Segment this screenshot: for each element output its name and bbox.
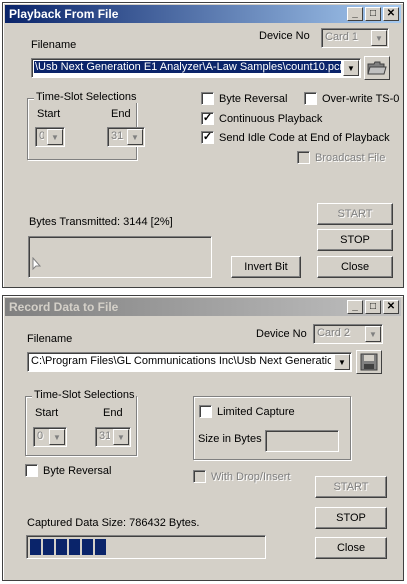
open-file-button[interactable] bbox=[364, 56, 390, 80]
end-slot-select[interactable]: 31 ▼ bbox=[107, 127, 145, 147]
progress-segment bbox=[82, 539, 93, 555]
checkbox-box[interactable] bbox=[304, 92, 317, 105]
checkbox-box[interactable] bbox=[25, 464, 38, 477]
size-in-bytes-label: Size in Bytes bbox=[198, 433, 262, 445]
maximize-button[interactable]: □ bbox=[365, 300, 381, 314]
checkbox-box[interactable] bbox=[297, 151, 310, 164]
bytes-transmitted-text: Bytes Transmitted: 3144 [2%] bbox=[29, 216, 173, 228]
send-idle-label: Send Idle Code at End of Playback bbox=[219, 131, 390, 144]
invert-bit-button[interactable]: Invert Bit bbox=[231, 256, 301, 278]
device-no-select[interactable]: Card 1 ▼ bbox=[321, 28, 389, 48]
record-timeslot-group: Time-Slot Selections bbox=[25, 389, 137, 456]
with-drop-insert-checkbox[interactable]: With Drop/Insert bbox=[193, 470, 290, 483]
device-no-label: Device No bbox=[259, 30, 310, 42]
close-window-button[interactable]: ✕ bbox=[383, 7, 399, 21]
save-file-button[interactable] bbox=[356, 350, 382, 374]
progress-segment bbox=[30, 539, 41, 555]
overwrite-ts0-label: Over-write TS-0 bbox=[322, 92, 400, 105]
close-button[interactable]: Close bbox=[317, 256, 393, 278]
chevron-down-icon[interactable]: ▼ bbox=[371, 30, 387, 46]
stop-button[interactable]: STOP bbox=[315, 507, 387, 529]
limited-capture-label: Limited Capture bbox=[217, 405, 295, 418]
end-slot-value: 31 bbox=[99, 430, 110, 442]
end-label: End bbox=[111, 108, 131, 120]
limited-capture-checkbox[interactable]: Limited Capture bbox=[199, 405, 295, 418]
timeslot-group-title: Time-Slot Selections bbox=[34, 91, 139, 103]
chevron-down-icon[interactable]: ▼ bbox=[334, 354, 350, 370]
start-slot-value: 0 bbox=[39, 130, 44, 142]
start-label: Start bbox=[35, 407, 59, 419]
progress-segment bbox=[69, 539, 80, 555]
chevron-down-icon[interactable]: ▼ bbox=[365, 326, 381, 342]
broadcast-file-label: Broadcast File bbox=[315, 151, 386, 164]
timeslot-group-title: Time-Slot Selections bbox=[32, 389, 137, 401]
record-window: Record Data to File _ □ ✕ Filename Devic… bbox=[2, 295, 404, 581]
byte-reversal-label: Byte Reversal bbox=[219, 92, 288, 105]
open-folder-icon bbox=[367, 61, 387, 75]
end-label: End bbox=[103, 407, 123, 419]
filename-value[interactable]: C:\Program Files\GL Communications Inc\U… bbox=[31, 355, 331, 367]
chevron-down-icon[interactable]: ▼ bbox=[343, 60, 359, 76]
playback-progress-bar bbox=[28, 236, 212, 278]
captured-size-text: Captured Data Size: 786432 Bytes. bbox=[27, 517, 200, 529]
chevron-down-icon[interactable]: ▼ bbox=[113, 429, 129, 445]
continuous-playback-checkbox[interactable]: ✓ Continuous Playback bbox=[201, 112, 322, 125]
start-button[interactable]: START bbox=[317, 203, 393, 225]
filename-combo[interactable]: C:\Program Files\GL Communications Inc\U… bbox=[27, 352, 352, 372]
size-in-bytes-input[interactable] bbox=[265, 430, 339, 452]
cursor-icon bbox=[32, 257, 42, 271]
end-slot-select[interactable]: 31 ▼ bbox=[95, 427, 131, 447]
record-progress-bar bbox=[26, 535, 266, 559]
checkmark-icon[interactable]: ✓ bbox=[201, 112, 214, 125]
byte-reversal-label: Byte Reversal bbox=[43, 464, 112, 477]
close-window-button[interactable]: ✕ bbox=[383, 300, 399, 314]
send-idle-checkbox[interactable]: ✓ Send Idle Code at End of Playback bbox=[201, 131, 390, 144]
chevron-down-icon[interactable]: ▼ bbox=[47, 129, 63, 145]
checkbox-box[interactable] bbox=[199, 405, 212, 418]
progress-segment bbox=[95, 539, 106, 555]
record-titlebar[interactable]: Record Data to File _ □ ✕ bbox=[5, 298, 401, 316]
filename-combo[interactable]: \Usb Next Generation E1 Analyzer\A-Law S… bbox=[31, 58, 361, 78]
overwrite-ts0-checkbox[interactable]: Over-write TS-0 bbox=[304, 92, 399, 105]
minimize-button[interactable]: _ bbox=[347, 300, 363, 314]
continuous-playback-label: Continuous Playback bbox=[219, 112, 323, 125]
checkbox-box[interactable] bbox=[193, 470, 206, 483]
progress-segment bbox=[43, 539, 54, 555]
progress-segment bbox=[56, 539, 67, 555]
playback-title: Playback From File bbox=[9, 7, 119, 21]
checkbox-box[interactable] bbox=[201, 92, 214, 105]
start-slot-select[interactable]: 0 ▼ bbox=[35, 127, 65, 147]
save-disk-icon bbox=[360, 353, 378, 371]
close-button[interactable]: Close bbox=[315, 537, 387, 559]
byte-reversal-checkbox[interactable]: Byte Reversal bbox=[201, 92, 287, 105]
device-no-value: Card 2 bbox=[317, 327, 351, 339]
filename-label: Filename bbox=[27, 333, 73, 345]
with-drop-insert-label: With Drop/Insert bbox=[211, 470, 291, 483]
playback-titlebar[interactable]: Playback From File _ □ ✕ bbox=[5, 5, 401, 23]
chevron-down-icon[interactable]: ▼ bbox=[127, 129, 143, 145]
device-no-select[interactable]: Card 2 ▼ bbox=[313, 324, 383, 344]
stop-button[interactable]: STOP bbox=[317, 229, 393, 251]
byte-reversal-checkbox[interactable]: Byte Reversal bbox=[25, 464, 111, 477]
filename-label: Filename bbox=[31, 39, 77, 51]
minimize-button[interactable]: _ bbox=[347, 7, 363, 21]
device-no-label: Device No bbox=[256, 328, 307, 340]
maximize-button[interactable]: □ bbox=[365, 7, 381, 21]
start-slot-select[interactable]: 0 ▼ bbox=[33, 427, 67, 447]
device-no-value: Card 1 bbox=[325, 31, 359, 43]
broadcast-file-checkbox[interactable]: Broadcast File bbox=[297, 151, 385, 164]
start-button[interactable]: START bbox=[315, 476, 387, 498]
playback-window: Playback From File _ □ ✕ Filename Device… bbox=[2, 2, 404, 288]
filename-value[interactable]: \Usb Next Generation E1 Analyzer\A-Law S… bbox=[34, 61, 341, 73]
start-label: Start bbox=[37, 108, 61, 120]
start-slot-value: 0 bbox=[37, 430, 44, 442]
record-title: Record Data to File bbox=[9, 300, 119, 314]
end-slot-value: 31 bbox=[111, 130, 124, 142]
checkmark-icon[interactable]: ✓ bbox=[201, 131, 214, 144]
chevron-down-icon[interactable]: ▼ bbox=[49, 429, 65, 445]
